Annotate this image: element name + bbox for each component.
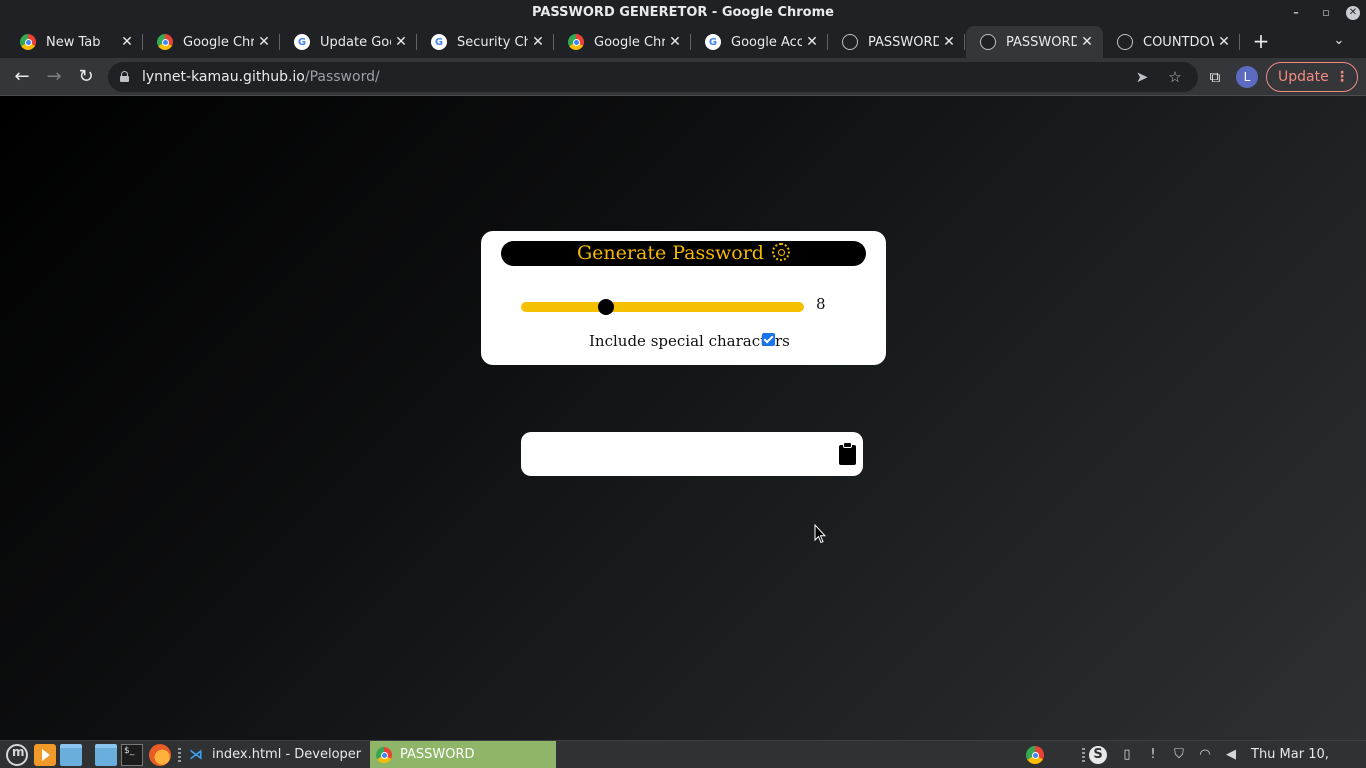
taskbar-grip xyxy=(178,748,181,762)
tab-title: Google Chro xyxy=(594,34,665,50)
browser-toolbar: ← → ↻ lynnet-kamau.github.io/Password/ ➤… xyxy=(0,58,1366,96)
tab[interactable]: Google Chro ✕ xyxy=(554,26,691,58)
lock-icon[interactable] xyxy=(120,71,129,82)
forward-button[interactable]: → xyxy=(41,64,67,90)
url-text[interactable]: lynnet-kamau.github.io/Password/ xyxy=(142,62,380,92)
terminal-icon[interactable]: $_ xyxy=(121,744,143,766)
minimize-button[interactable]: – xyxy=(1286,3,1306,23)
window-title: PASSWORD GENERETOR - Google Chrome xyxy=(532,5,834,20)
globe-icon xyxy=(1117,34,1133,50)
special-characters-label: Include special characters xyxy=(589,332,790,350)
clipboard-tray-icon[interactable]: ▯ xyxy=(1118,746,1136,764)
globe-icon xyxy=(980,34,996,50)
mouse-cursor-icon xyxy=(814,524,826,544)
google-icon: G xyxy=(294,34,310,50)
generator-card: Generate Password 8 Include special char… xyxy=(481,231,886,365)
tab-strip: New Tab ✕ Google Chro ✕ G Update Goo ✕ G… xyxy=(0,26,1366,58)
back-button[interactable]: ← xyxy=(9,64,35,90)
shield-icon[interactable]: ⛉ xyxy=(1170,746,1188,764)
tab[interactable]: New Tab ✕ xyxy=(6,26,143,58)
reload-button[interactable]: ↻ xyxy=(73,64,99,90)
close-tab-icon[interactable]: ✕ xyxy=(391,34,411,50)
maximize-button[interactable]: ▫ xyxy=(1316,3,1336,23)
window-controls: – ▫ ✕ xyxy=(1286,0,1360,26)
url-host: lynnet-kamau.github.io xyxy=(142,69,305,85)
chrome-icon xyxy=(376,747,392,763)
firefox-icon[interactable] xyxy=(149,744,171,766)
chrome-icon xyxy=(568,34,584,50)
close-tab-icon[interactable]: ✕ xyxy=(254,34,274,50)
close-tab-icon[interactable]: ✕ xyxy=(1077,34,1097,50)
chrome-tray-icon[interactable] xyxy=(1026,746,1044,764)
close-tab-icon[interactable]: ✕ xyxy=(665,34,685,50)
special-characters-checkbox[interactable] xyxy=(762,333,775,346)
avatar[interactable]: L xyxy=(1236,66,1258,88)
globe-icon xyxy=(842,34,858,50)
gear-icon xyxy=(772,243,790,261)
update-button[interactable]: Update ⋮ xyxy=(1266,62,1358,92)
taskbar: $_ ⋊ index.html - Developer ... PASSWORD… xyxy=(0,740,1366,768)
window-titlebar: PASSWORD GENERETOR - Google Chrome – ▫ ✕ xyxy=(0,0,1366,26)
tab[interactable]: Google Chro ✕ xyxy=(143,26,280,58)
update-manager-icon[interactable]: ! xyxy=(1144,746,1162,764)
tab-title: PASSWORD xyxy=(868,34,939,50)
files-icon[interactable] xyxy=(60,744,82,766)
taskbar-item-label: index.html - Developer ... xyxy=(212,747,362,762)
folder-icon[interactable] xyxy=(95,744,117,766)
close-window-button[interactable]: ✕ xyxy=(1346,6,1360,20)
vscode-icon: ⋊ xyxy=(189,747,203,763)
wifi-icon[interactable]: ◠ xyxy=(1196,746,1214,764)
tab[interactable]: G Google Acc ✕ xyxy=(691,26,828,58)
tab[interactable]: G Security Che ✕ xyxy=(417,26,554,58)
taskbar-item-vscode[interactable]: ⋊ index.html - Developer ... xyxy=(182,741,368,768)
send-icon[interactable]: ➤ xyxy=(1131,66,1153,88)
address-bar[interactable]: lynnet-kamau.github.io/Password/ ➤ ☆ xyxy=(108,62,1198,92)
chrome-icon xyxy=(157,34,173,50)
tab[interactable]: G Update Goo ✕ xyxy=(280,26,417,58)
close-tab-icon[interactable]: ✕ xyxy=(117,34,137,50)
update-label: Update xyxy=(1278,69,1329,85)
close-tab-icon[interactable]: ✕ xyxy=(528,34,548,50)
menu-icon[interactable]: ⋮ xyxy=(1335,63,1349,91)
clipboard-icon[interactable] xyxy=(839,442,856,465)
new-tab-button[interactable]: + xyxy=(1250,30,1272,52)
taskbar-item-chrome[interactable]: PASSWORD GENERETO... xyxy=(370,741,556,768)
taskbar-item-label: PASSWORD GENERETO... xyxy=(400,747,475,762)
url-path: /Password/ xyxy=(304,69,380,85)
tab-active[interactable]: PASSWORD ✕ xyxy=(966,26,1103,58)
skype-icon[interactable]: S xyxy=(1089,746,1107,764)
clock[interactable]: Thu Mar 10, 10:38 xyxy=(1251,741,1366,768)
system-menu-icon[interactable] xyxy=(6,744,28,766)
tab-title: New Tab xyxy=(46,34,101,50)
close-tab-icon[interactable]: ✕ xyxy=(802,34,822,50)
extensions-icon[interactable]: ⧉ xyxy=(1202,64,1228,90)
chrome-icon xyxy=(20,34,36,50)
tab-title: Google Acc xyxy=(731,34,802,50)
length-value: 8 xyxy=(816,295,826,313)
close-tab-icon[interactable]: ✕ xyxy=(1214,34,1234,50)
tab-search-button[interactable]: ⌄ xyxy=(1328,30,1350,52)
google-icon: G xyxy=(431,34,447,50)
volume-icon[interactable]: ◀ xyxy=(1222,746,1240,764)
title-text: Generate Password xyxy=(577,242,764,264)
length-slider[interactable] xyxy=(521,302,804,312)
generate-password-title[interactable]: Generate Password xyxy=(501,241,866,266)
password-output-box[interactable] xyxy=(521,432,863,476)
tray-grip xyxy=(1082,748,1085,762)
close-tab-icon[interactable]: ✕ xyxy=(939,34,959,50)
bookmark-star-icon[interactable]: ☆ xyxy=(1164,66,1186,88)
google-icon: G xyxy=(705,34,721,50)
tab[interactable]: COUNTDOW ✕ xyxy=(1103,26,1240,58)
tab-title: PASSWORD xyxy=(1006,34,1077,50)
page-content: Generate Password 8 Include special char… xyxy=(0,96,1366,740)
media-player-icon[interactable] xyxy=(34,744,56,766)
tab-title: Security Che xyxy=(457,34,528,50)
tab[interactable]: PASSWORD ✕ xyxy=(828,26,965,58)
tab-title: Update Goo xyxy=(320,34,391,50)
slider-thumb[interactable] xyxy=(597,299,614,315)
tab-title: Google Chro xyxy=(183,34,254,50)
tab-title: COUNTDOW xyxy=(1143,34,1214,50)
